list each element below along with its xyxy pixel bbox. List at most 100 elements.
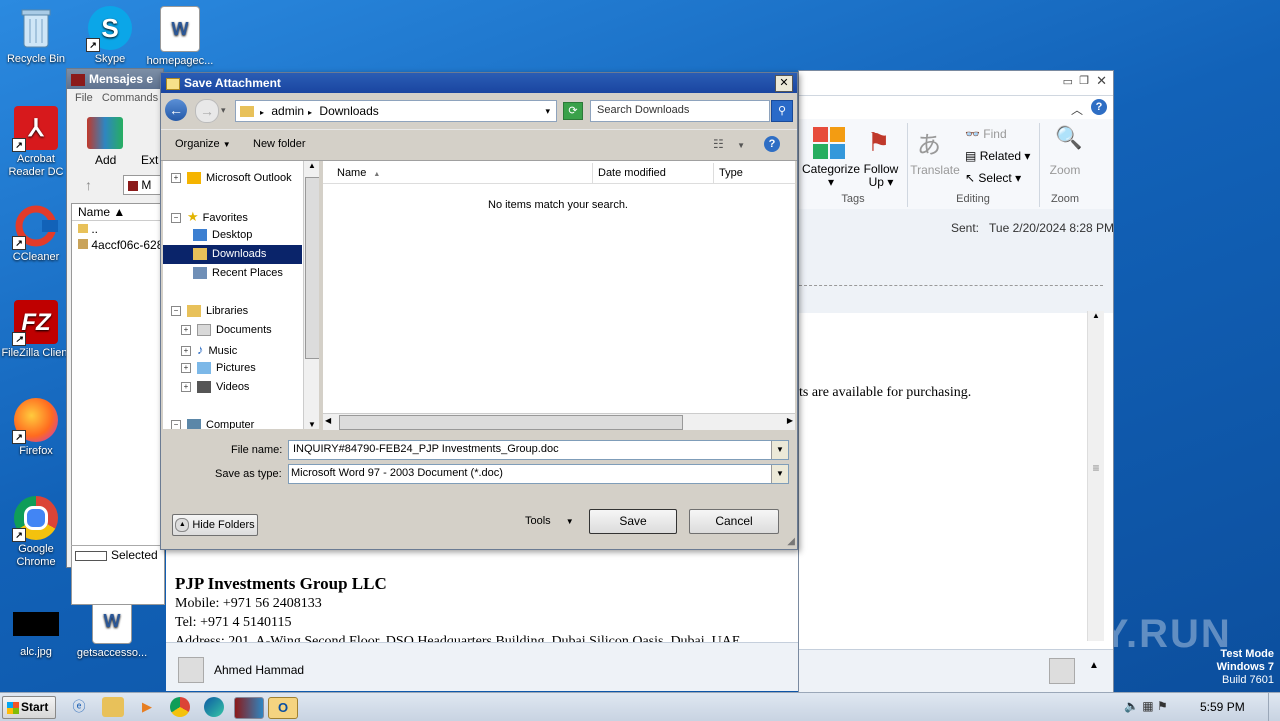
tree-item-pictures[interactable]: + Pictures: [181, 359, 256, 378]
column-header-date[interactable]: Date modified: [594, 163, 714, 183]
outlook-taskbar-button[interactable]: O: [268, 697, 298, 719]
find-button[interactable]: 👓 Find: [965, 127, 1007, 141]
tree-item-outlook[interactable]: + Microsoft Outlook: [171, 169, 292, 188]
winrar-add-button[interactable]: Add: [95, 153, 116, 167]
collapse-ribbon-icon[interactable]: ︿: [1071, 101, 1083, 118]
save-type-select[interactable]: Microsoft Word 97 - 2003 Document (*.doc…: [288, 464, 789, 484]
winrar-taskbar-button[interactable]: [234, 697, 264, 719]
save-button[interactable]: Save: [589, 509, 677, 534]
search-input[interactable]: Search Downloads: [590, 100, 770, 122]
winrar-menu-file[interactable]: File: [75, 92, 93, 104]
tree-item-downloads[interactable]: Downloads: [163, 245, 302, 264]
winrar-column-name[interactable]: Name ▲: [72, 204, 164, 221]
breadcrumb-admin[interactable]: admin: [271, 104, 304, 118]
desktop-icon-ccleaner[interactable]: ↗ CCleaner: [0, 204, 72, 264]
expand-icon[interactable]: +: [181, 325, 191, 336]
expand-icon[interactable]: +: [181, 363, 191, 374]
expand-people-pane-icon[interactable]: ▲: [1089, 660, 1099, 671]
categorize-button[interactable]: Categorize ▾: [801, 163, 861, 189]
email-scrollbar[interactable]: ▲ ≡: [1087, 311, 1104, 641]
avatar[interactable]: [1049, 658, 1075, 684]
scroll-thumb[interactable]: [305, 177, 319, 359]
follow-up-button[interactable]: Follow Up ▾: [859, 163, 903, 189]
hide-folders-button[interactable]: ▲ Hide Folders: [172, 514, 258, 536]
winrar-menu-commands[interactable]: Commands: [102, 92, 158, 104]
volume-icon[interactable]: 🔈: [1124, 699, 1139, 713]
action-center-icon[interactable]: ⚑: [1157, 699, 1168, 713]
search-button[interactable]: ⚲: [771, 100, 793, 122]
tree-item-favorites[interactable]: − ★ Favorites: [171, 207, 248, 226]
cancel-button[interactable]: Cancel: [689, 509, 779, 534]
network-icon[interactable]: ▦: [1142, 699, 1153, 713]
chrome-taskbar-icon[interactable]: [170, 697, 190, 717]
help-icon[interactable]: ?: [1091, 99, 1107, 115]
desktop-icon-chrome[interactable]: ↗ Google Chrome: [0, 496, 72, 569]
forward-button[interactable]: →: [195, 99, 219, 123]
collapse-icon[interactable]: −: [171, 306, 181, 317]
desktop-icon-getsaccess[interactable]: W getsaccesso...: [76, 598, 148, 660]
column-header-name[interactable]: Name ▲: [323, 163, 593, 183]
tree-scrollbar[interactable]: ▲ ▼: [303, 161, 319, 429]
breadcrumb[interactable]: ▸ admin ▸ Downloads ▾: [235, 100, 557, 122]
scroll-down-icon[interactable]: ▼: [304, 420, 319, 429]
scroll-up-icon[interactable]: ▲: [304, 161, 319, 177]
back-button[interactable]: ←: [165, 99, 187, 121]
refresh-button[interactable]: ⟳: [563, 102, 583, 120]
edge-taskbar-icon[interactable]: [204, 697, 224, 717]
desktop-icon-recycle-bin[interactable]: Recycle Bin: [0, 6, 72, 66]
chevron-down-icon[interactable]: ▼: [771, 465, 788, 483]
breadcrumb-dropdown-icon[interactable]: ▾: [545, 101, 550, 121]
tree-item-desktop[interactable]: Desktop: [193, 226, 252, 245]
translate-button[interactable]: Translate: [909, 163, 961, 177]
sender-name[interactable]: Ahmed Hammad: [214, 663, 304, 677]
tree-item-videos[interactable]: + Videos: [181, 378, 249, 397]
scroll-thumb[interactable]: [339, 415, 683, 430]
desktop-icon-alc[interactable]: alc.jpg: [0, 612, 72, 659]
winrar-up-icon[interactable]: ↑: [85, 177, 92, 193]
related-button[interactable]: ▤ Related ▾: [965, 149, 1030, 163]
scroll-right-icon[interactable]: ▶: [787, 416, 793, 425]
expand-icon[interactable]: +: [171, 173, 181, 184]
collapse-icon[interactable]: −: [171, 420, 181, 429]
expand-icon[interactable]: +: [181, 346, 191, 357]
show-desktop-button[interactable]: [1268, 693, 1280, 721]
expand-icon[interactable]: +: [181, 382, 191, 393]
sender-avatar[interactable]: [178, 657, 204, 683]
column-header-type[interactable]: Type: [715, 163, 779, 183]
recent-locations-dropdown[interactable]: ▾: [221, 105, 226, 116]
dialog-titlebar[interactable]: Save Attachment: [161, 73, 797, 93]
clock[interactable]: 5:59 PM: [1200, 700, 1245, 714]
close-icon[interactable]: ✕: [1096, 73, 1107, 89]
minimize-icon[interactable]: ▭: [1063, 75, 1073, 88]
maximize-icon[interactable]: ❐: [1079, 74, 1089, 87]
start-button[interactable]: Start: [2, 696, 56, 719]
dialog-close-button[interactable]: ✕: [775, 75, 793, 92]
zoom-button[interactable]: Zoom: [1043, 163, 1087, 177]
scroll-up-icon[interactable]: ▲: [1088, 311, 1104, 327]
collapse-icon[interactable]: −: [171, 213, 181, 224]
winrar-titlebar[interactable]: Mensajes e: [67, 69, 163, 89]
help-button[interactable]: ?: [764, 136, 780, 152]
file-name-field[interactable]: INQUIRY#84790-FEB24_PJP Investments_Grou…: [288, 440, 789, 460]
explorer-taskbar-icon[interactable]: [102, 697, 124, 717]
chevron-down-icon[interactable]: ▼: [771, 441, 788, 459]
desktop-icon-filezilla[interactable]: FZ ↗ FileZilla Client: [0, 300, 72, 360]
tree-item-libraries[interactable]: − Libraries: [171, 302, 248, 321]
view-options-button[interactable]: ☷ ▼: [713, 137, 745, 151]
resize-grip-icon[interactable]: ◢: [787, 536, 795, 547]
desktop-icon-homepage[interactable]: W homepagec...: [144, 6, 216, 68]
winrar-extract-button[interactable]: Ext: [141, 153, 158, 167]
new-folder-button[interactable]: New folder: [253, 138, 306, 150]
ie-taskbar-icon[interactable]: ⓔ: [68, 697, 90, 717]
breadcrumb-downloads[interactable]: Downloads: [319, 104, 378, 118]
desktop-icon-skype[interactable]: S ↗ Skype: [74, 6, 146, 66]
list-item[interactable]: 4accf06c-628: [72, 237, 164, 253]
list-item[interactable]: ..: [72, 221, 164, 237]
tools-button[interactable]: Tools ▼: [525, 515, 574, 527]
tree-item-music[interactable]: + ♪ Music: [181, 340, 237, 359]
organize-button[interactable]: Organize ▼: [175, 138, 231, 150]
media-player-taskbar-icon[interactable]: ▶: [136, 697, 158, 717]
tree-item-documents[interactable]: + Documents: [181, 321, 272, 340]
scroll-left-icon[interactable]: ◀: [325, 416, 331, 425]
desktop-icon-acrobat[interactable]: ⅄ ↗ Acrobat Reader DC: [0, 106, 72, 179]
